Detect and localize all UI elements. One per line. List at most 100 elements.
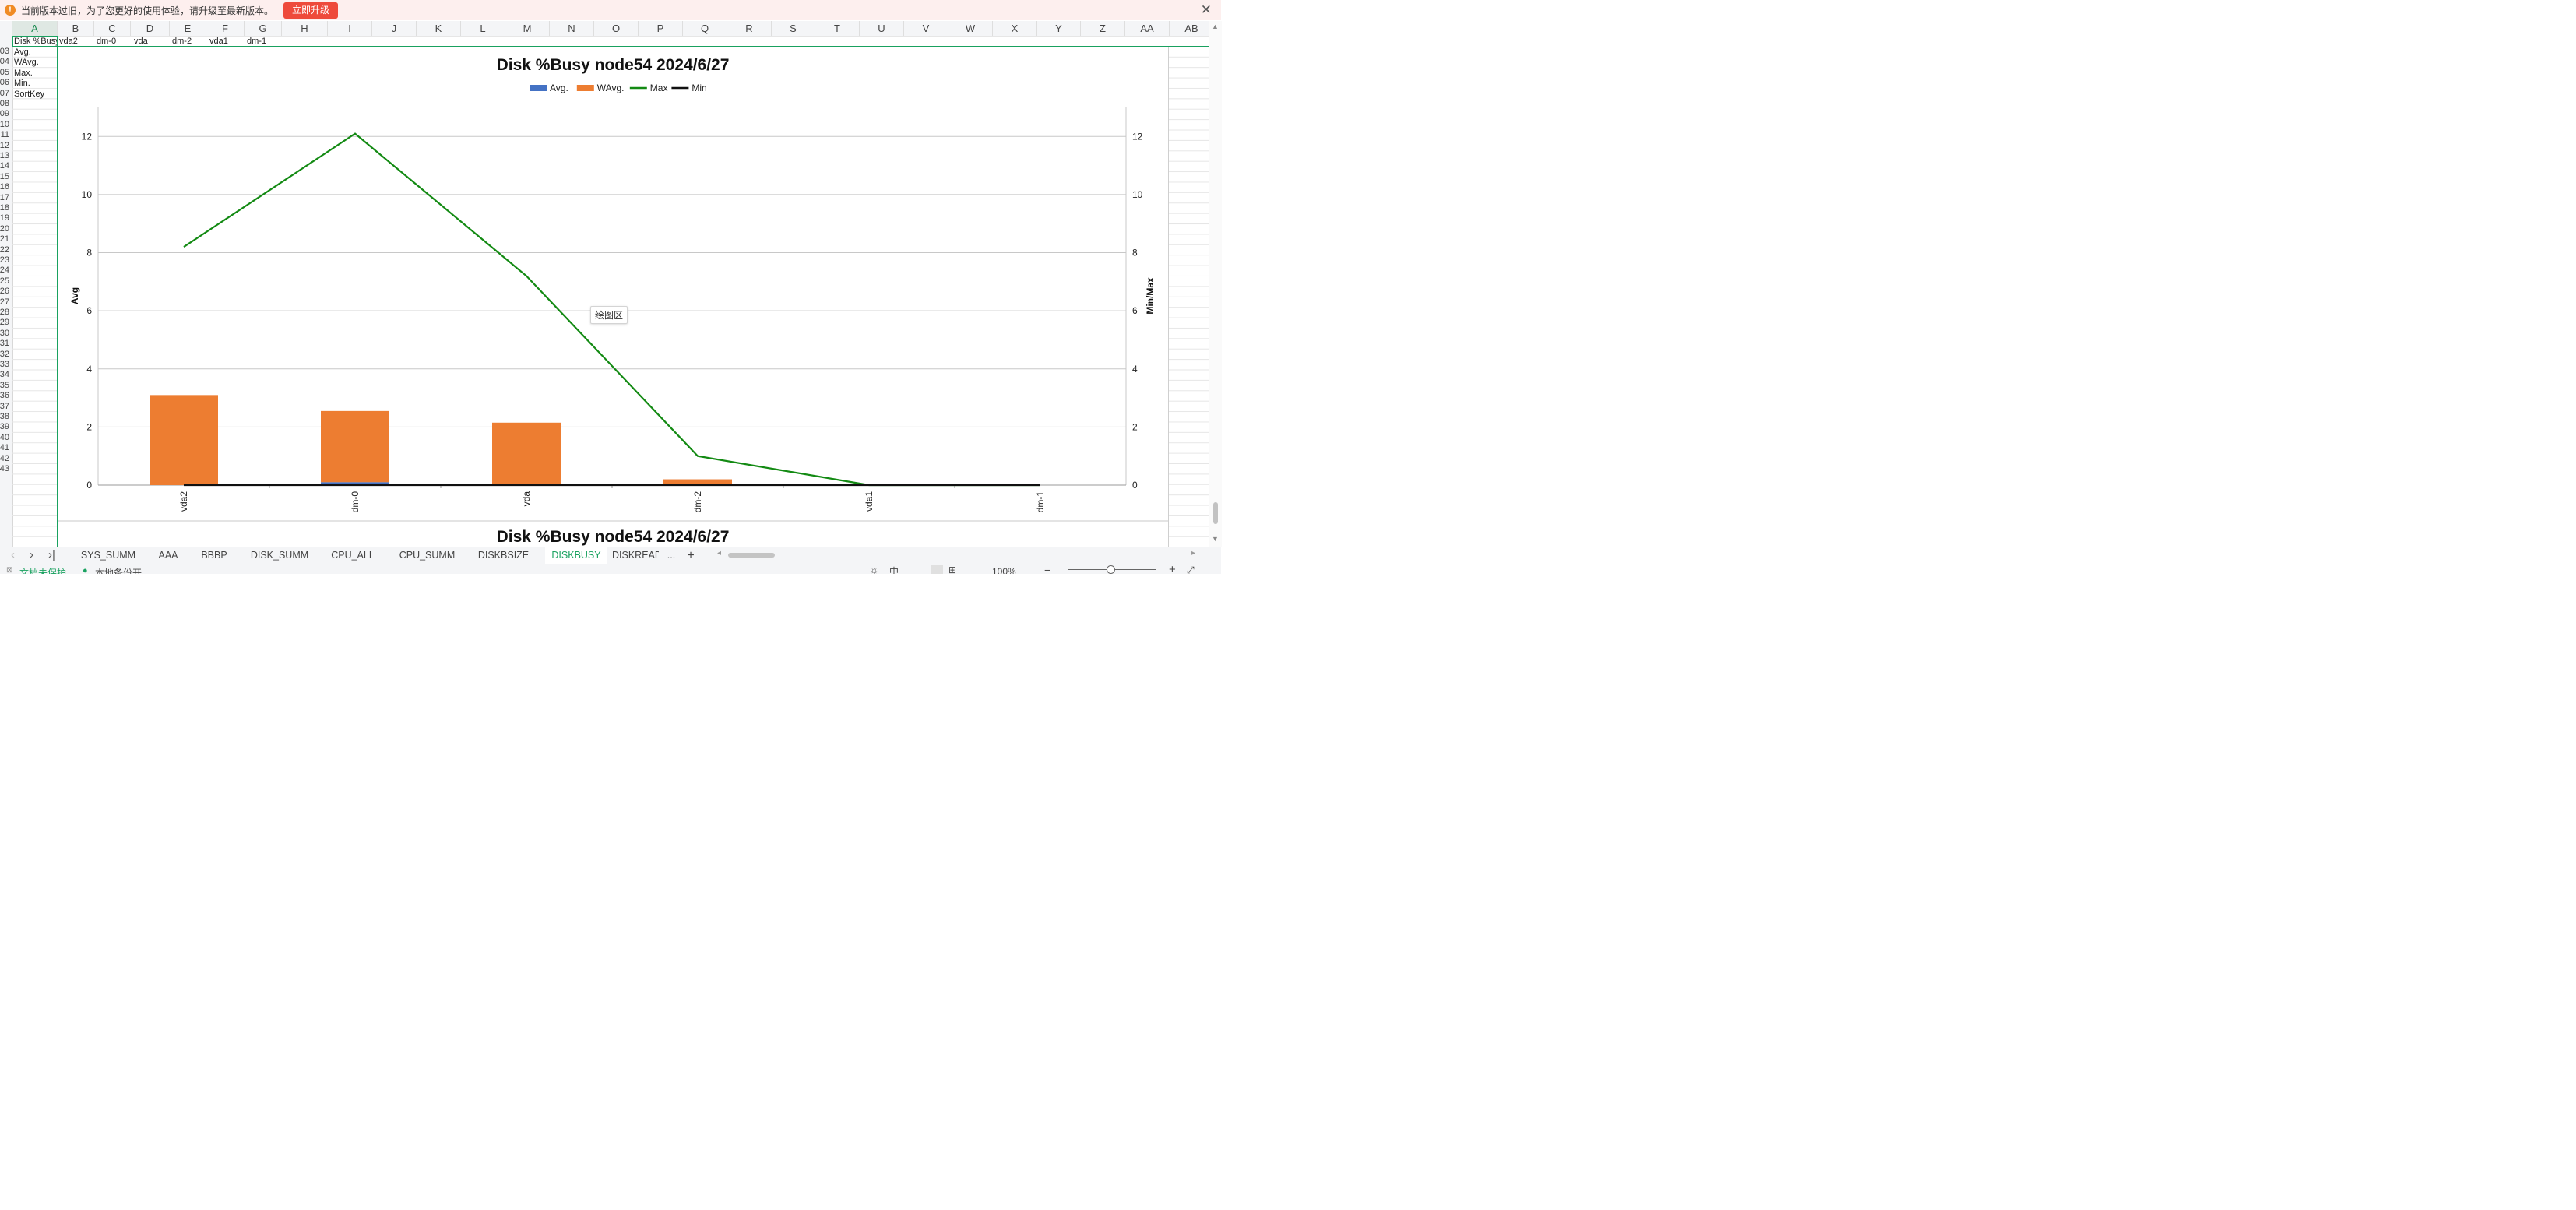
row-header[interactable]: 16: [0, 182, 9, 192]
row-header[interactable]: 29: [0, 318, 9, 328]
scroll-up-icon[interactable]: ▲: [1212, 23, 1219, 30]
column-header-g[interactable]: G: [245, 21, 282, 36]
column-header-s[interactable]: S: [772, 21, 815, 36]
column-header-v[interactable]: V: [904, 21, 948, 36]
column-header-a[interactable]: A: [12, 21, 58, 36]
row-header[interactable]: 09: [0, 109, 9, 119]
column-header-y[interactable]: Y: [1037, 21, 1081, 36]
input-method-icon[interactable]: 中: [889, 565, 899, 574]
row-header[interactable]: 30: [0, 329, 9, 339]
row-header[interactable]: 28: [0, 308, 9, 318]
column-header-f[interactable]: F: [206, 21, 245, 36]
fullscreen-icon[interactable]: ⤢: [1187, 565, 1195, 574]
backup-status[interactable]: 本地备份开: [95, 566, 142, 574]
next-sheet-icon[interactable]: ›: [30, 548, 33, 561]
close-icon[interactable]: ✕: [1201, 2, 1212, 18]
column-header-i[interactable]: I: [328, 21, 372, 36]
column-header-u[interactable]: U: [860, 21, 904, 36]
upgrade-now-button[interactable]: 立即升级: [283, 2, 339, 19]
row-header[interactable]: 17: [0, 193, 9, 203]
cell-col-a[interactable]: Avg.: [14, 47, 31, 58]
row-header[interactable]: 12: [0, 141, 9, 151]
tab-sys_summ[interactable]: SYS_SUMM: [72, 547, 144, 564]
zoom-out-icon[interactable]: −: [1044, 564, 1050, 574]
row-header[interactable]: 15: [0, 172, 9, 182]
zoom-slider-handle[interactable]: [1107, 565, 1115, 574]
row-header[interactable]: 20: [0, 224, 9, 234]
more-tabs-button[interactable]: ...: [663, 547, 679, 564]
row-header[interactable]: 23: [0, 255, 9, 266]
doc-protect-status[interactable]: 文档未保护: [19, 566, 66, 574]
tab-aaa[interactable]: AAA: [150, 547, 186, 564]
row-header[interactable]: 03: [0, 47, 9, 57]
column-header-d[interactable]: D: [131, 21, 170, 36]
row-header[interactable]: 35: [0, 381, 9, 391]
row-header[interactable]: 06: [0, 78, 9, 88]
column-header-m[interactable]: M: [505, 21, 550, 36]
row-header[interactable]: 08: [0, 99, 9, 109]
column-header-e[interactable]: E: [170, 21, 206, 36]
tab-cpu_summ[interactable]: CPU_SUMM: [390, 547, 464, 564]
column-header-z[interactable]: Z: [1081, 21, 1125, 36]
tab-diskbusy[interactable]: DISKBUSY: [545, 547, 607, 564]
cell-col-a[interactable]: WAvg.: [14, 58, 39, 68]
row-header[interactable]: 40: [0, 433, 9, 443]
tab-disk_summ[interactable]: DISK_SUMM: [241, 547, 318, 564]
column-header-t[interactable]: T: [815, 21, 860, 36]
row-header[interactable]: 11: [1, 130, 9, 140]
prev-sheet-icon[interactable]: ‹: [11, 548, 15, 561]
cell-col-a[interactable]: Min.: [14, 79, 30, 89]
row-header[interactable]: 18: [0, 203, 9, 213]
last-sheet-icon[interactable]: ›|: [48, 548, 55, 561]
row-header[interactable]: 43: [0, 464, 9, 474]
chart-legend[interactable]: Avg. WAvg. Max Min: [530, 83, 707, 93]
row-header[interactable]: 25: [0, 276, 9, 287]
row-header[interactable]: 19: [0, 213, 9, 223]
row-header[interactable]: 22: [0, 245, 9, 255]
column-header-k[interactable]: K: [417, 21, 461, 36]
row-header[interactable]: 05: [0, 68, 9, 78]
row-header[interactable]: 10: [0, 120, 9, 130]
vertical-scrollbar[interactable]: ▲ ▼: [1209, 21, 1222, 547]
tab-diskbsize[interactable]: DISKBSIZE: [470, 547, 537, 564]
row-header[interactable]: 26: [0, 287, 9, 297]
cell-col-a[interactable]: Max.: [14, 69, 33, 79]
row-header[interactable]: 42: [0, 454, 9, 464]
scroll-right-icon[interactable]: ▸: [1191, 549, 1195, 558]
column-header-c[interactable]: C: [94, 21, 131, 36]
column-header-n[interactable]: N: [550, 21, 594, 36]
horizontal-scroll-thumb[interactable]: [728, 553, 775, 558]
zoom-level[interactable]: 100%: [992, 566, 1016, 574]
row-header[interactable]: 38: [0, 412, 9, 422]
row-header[interactable]: 24: [0, 266, 9, 276]
row-header[interactable]: 41: [0, 443, 9, 453]
tab-cpu_all[interactable]: CPU_ALL: [323, 547, 382, 564]
normal-view-icon[interactable]: [931, 565, 943, 574]
row-header[interactable]: 33: [0, 360, 9, 370]
disk-busy-chart[interactable]: Disk %Busy node54 2024/6/27 Avg. WAvg. Max…: [57, 47, 1169, 547]
tab-bbbp[interactable]: BBBP: [192, 547, 236, 564]
column-header-j[interactable]: J: [372, 21, 417, 36]
row-header[interactable]: 39: [0, 422, 9, 432]
column-header-b[interactable]: B: [58, 21, 94, 36]
column-header-o[interactable]: O: [594, 21, 639, 36]
cell-col-a[interactable]: SortKey: [14, 90, 44, 100]
row-header[interactable]: 36: [0, 391, 9, 401]
zoom-in-icon[interactable]: +: [1169, 564, 1176, 574]
column-header-x[interactable]: X: [993, 21, 1037, 36]
add-sheet-button[interactable]: +: [683, 547, 699, 564]
row-header[interactable]: 04: [0, 57, 9, 67]
page-view-icon[interactable]: ⊞: [948, 565, 956, 574]
row-header[interactable]: 32: [0, 350, 9, 360]
scroll-down-icon[interactable]: ▼: [1212, 535, 1219, 543]
row-header[interactable]: 07: [0, 89, 9, 99]
column-header-h[interactable]: H: [282, 21, 328, 36]
row-header[interactable]: 31: [0, 339, 9, 349]
tab-diskread[interactable]: DISKREAD: [612, 547, 659, 564]
column-header-l[interactable]: L: [461, 21, 505, 36]
column-header-w[interactable]: W: [948, 21, 993, 36]
column-header-aa[interactable]: AA: [1125, 21, 1170, 36]
scroll-left-icon[interactable]: ◂: [717, 549, 721, 558]
vertical-scroll-thumb[interactable]: [1213, 502, 1218, 524]
row-header[interactable]: 37: [0, 402, 9, 412]
